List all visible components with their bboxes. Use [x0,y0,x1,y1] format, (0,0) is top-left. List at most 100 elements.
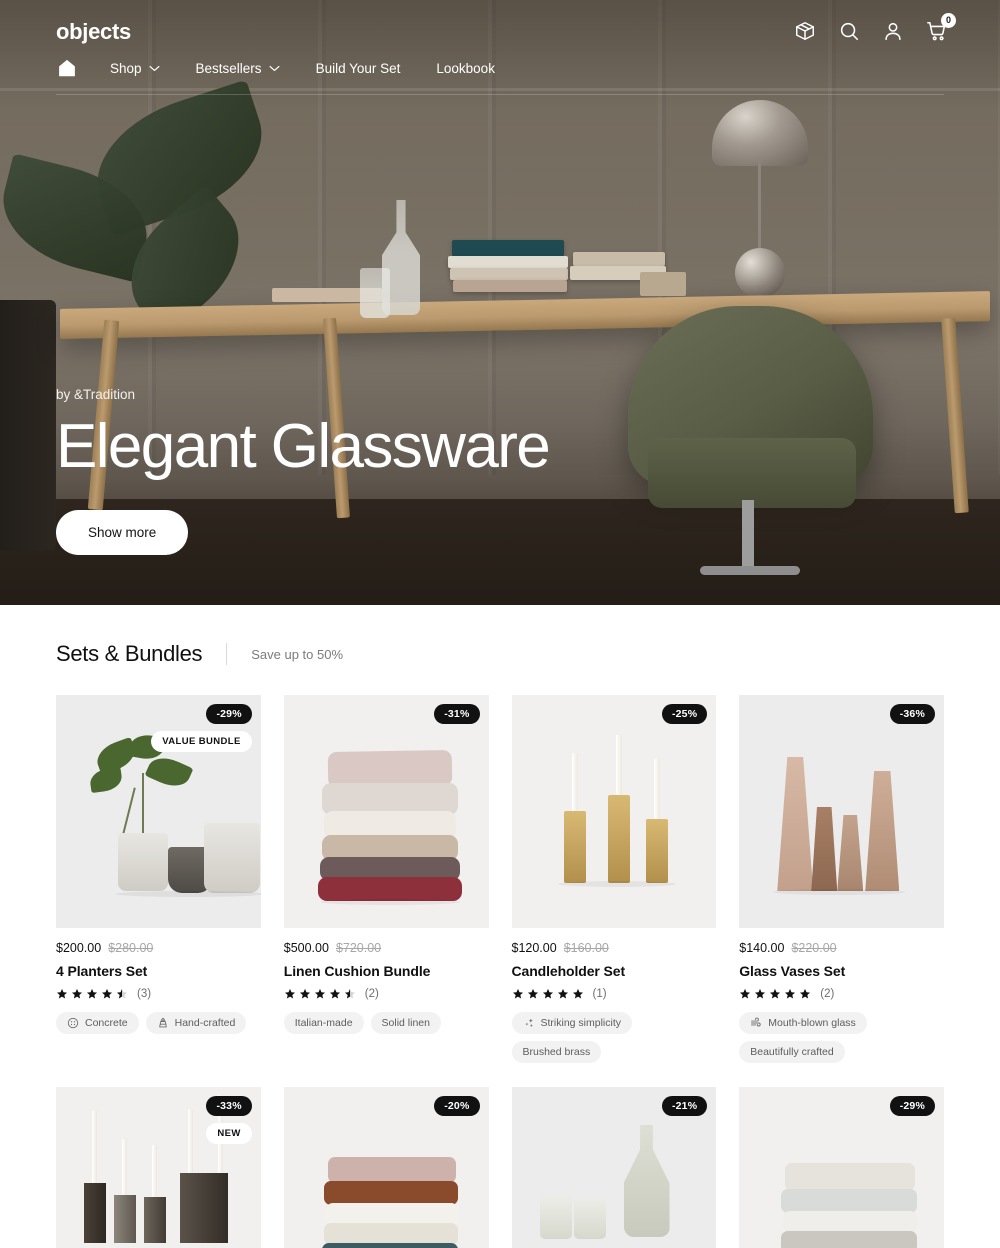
show-more-button[interactable]: Show more [56,510,189,555]
cart-button[interactable]: 0 [926,13,956,42]
tag-label: Solid linen [381,1017,430,1029]
section-subtitle: Save up to 50% [251,646,344,662]
planter-pot [118,833,168,891]
star-icon [800,988,811,999]
tag-label: Hand-crafted [174,1017,236,1029]
star-icon [740,988,751,999]
star-rating [739,988,811,1000]
glass-tumbler [360,268,390,318]
product-image[interactable]: -36% [739,695,944,928]
flag-badge: VALUE BUNDLE [151,731,252,752]
flag-badge: NEW [206,1123,252,1144]
price-row: $120.00 $160.00 [512,941,717,955]
product-info: $500.00 $720.00 Linen Cushion Bundle (2)… [283,928,489,1034]
rating-row: (2) [739,988,944,1000]
nav-item-build-your-set[interactable]: Build Your Set [316,61,401,76]
nav-item-label: Lookbook [436,60,495,76]
badge-group: -21% [661,1096,708,1116]
desk-leg [941,317,969,514]
hero-content: by &Tradition Elegant Glassware Show mor… [56,387,551,555]
product-image[interactable]: -29% VALUE BUNDLE [56,695,261,928]
product-title[interactable]: Candleholder Set [512,963,717,979]
product-info: $200.00 $280.00 4 Planters Set (3) Concr… [56,928,261,1034]
nav-item-bestsellers[interactable]: Bestsellers [196,61,280,76]
product-tags: Concrete Hand-crafted [56,1012,261,1034]
vase [865,771,900,891]
nav-item-shop[interactable]: Shop [110,61,160,76]
product-image[interactable]: -25% [511,695,717,928]
towel [323,1181,458,1205]
tag-label: Concrete [85,1017,128,1029]
price-row: $140.00 $220.00 [739,941,944,955]
main-navigation: Shop Bestsellers Build Your Set Lookbook [56,56,944,95]
review-count: (2) [820,988,835,1000]
product-card[interactable]: -29% VALUE BUNDLE $200.00 $280.00 4 Plan… [56,695,261,1063]
product-title[interactable]: Linen Cushion Bundle [284,963,489,979]
product-tags: Mouth-blown glass Beautifully crafted [739,1012,944,1063]
product-shadow [773,889,906,895]
table-lamp-shade [712,100,808,166]
blanket [783,1211,918,1233]
plant-pot [0,300,56,550]
review-count: (1) [592,988,607,1000]
towel [327,1157,456,1183]
glass [573,1199,606,1239]
product-title[interactable]: 4 Planters Set [56,963,261,979]
hero-eyebrow: by &Tradition [56,387,136,402]
current-price: $120.00 [511,941,557,955]
plant-stem [122,787,136,835]
candle-holder [84,1183,106,1243]
badge-group: -20% [434,1096,480,1116]
candle [122,1139,127,1201]
star-icon [557,988,568,999]
badge-group: -29% [889,1096,935,1116]
star-icon [116,988,128,999]
discount-badge: -29% [889,1096,935,1116]
discount-badge: -33% [206,1096,252,1116]
product-image[interactable]: -21% [511,1087,717,1248]
product-image[interactable]: -31% [283,695,489,928]
product-tag: Solid linen [370,1012,441,1034]
star-icon [785,988,796,999]
package-icon[interactable] [794,20,816,42]
product-card[interactable]: -29% [739,1087,944,1248]
product-card[interactable]: -20% [283,1087,489,1248]
candleholders-artwork [512,695,717,928]
blanket [781,1189,918,1213]
candle-holder [144,1197,166,1243]
product-image[interactable]: -20% [283,1087,489,1248]
product-tag: Mouth-blown glass [739,1012,867,1034]
product-shadow [116,891,261,897]
home-icon[interactable] [56,56,78,80]
account-icon[interactable] [882,20,904,42]
star-icon [344,988,355,999]
tag-label: Mouth-blown glass [768,1017,856,1029]
product-info: $120.00 $160.00 Candleholder Set (1) Str… [511,928,717,1063]
nav-item-lookbook[interactable]: Lookbook [436,61,495,76]
blanket [781,1231,918,1248]
product-title[interactable]: Glass Vases Set [739,963,944,979]
product-image[interactable]: -29% [739,1087,944,1248]
plant-stem [142,773,144,835]
star-icon [101,988,113,999]
candle-holder [114,1195,136,1243]
product-card[interactable]: -36% $140.00 $220.00 Glass Vases Set (2) [739,695,944,1063]
badge-group: -33% NEW [206,1096,252,1144]
craft-icon [158,1017,167,1028]
product-tag: Beautifully crafted [739,1041,845,1063]
search-icon[interactable] [838,20,860,42]
product-card[interactable]: -33% NEW [56,1087,261,1248]
candle [152,1145,157,1203]
product-card[interactable]: -31% $500.00 $720.00 Linen Cushion Bundl… [283,695,489,1063]
star-icon [572,988,583,999]
product-card[interactable]: -25% $120.00 $160.00 Candleholder Set (1… [511,695,717,1063]
product-tag: Brushed brass [511,1041,602,1063]
cushion [317,877,462,901]
badge-group: -29% VALUE BUNDLE [151,704,252,752]
brand-logo[interactable]: objects [56,19,131,45]
product-card[interactable]: -21% [511,1087,717,1248]
product-image[interactable]: -33% NEW [56,1087,261,1248]
discount-badge: -21% [661,1096,708,1116]
star-icon [512,988,523,999]
blow-icon [751,1017,761,1027]
